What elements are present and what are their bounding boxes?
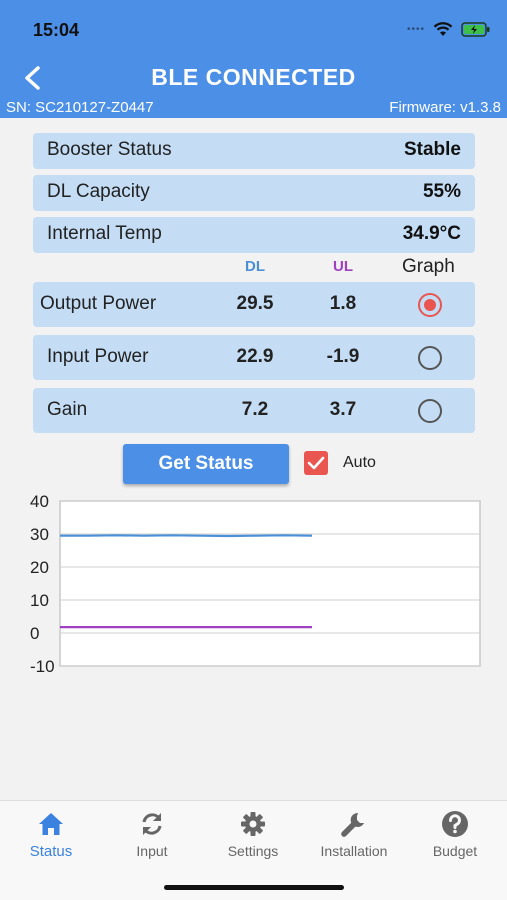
refresh-icon (142, 813, 162, 835)
auto-label: Auto (343, 454, 376, 471)
app-header: 15:04 •••• BLE CONNECTED SN: SC210127-Z0… (0, 0, 507, 118)
input-power-row: Input Power 22.9 -1.9 (33, 335, 475, 380)
wrench-icon (341, 812, 364, 837)
output-power-label: Output Power (40, 293, 157, 314)
dl-capacity-label: DL Capacity (47, 181, 150, 202)
battery-icon (461, 22, 490, 37)
auto-checkbox[interactable] (304, 451, 328, 475)
tab-status-label: Status (29, 843, 73, 860)
gain-row: Gain 7.2 3.7 (33, 388, 475, 433)
clock: 15:04 (33, 20, 80, 40)
chart-y-tick-label: 20 (30, 558, 49, 577)
internal-temp-value: 34.9°C (402, 223, 461, 244)
internal-temp-label: Internal Temp (47, 223, 162, 244)
wifi-icon (433, 22, 453, 36)
signal-dots-icon: •••• (406, 24, 425, 35)
gain-label: Gain (47, 399, 88, 420)
gear-icon (241, 812, 265, 836)
home-indicator (164, 885, 344, 890)
dl-capacity-row: DL Capacity 55% (33, 175, 475, 211)
gain-dl: 7.2 (241, 399, 269, 420)
tab-installation-label: Installation (320, 843, 388, 859)
chart-y-tick-label: 0 (30, 624, 39, 643)
internal-temp-row: Internal Temp 34.9°C (33, 217, 475, 253)
input-power-ul: -1.9 (326, 346, 360, 367)
chart-y-tick-label: -10 (30, 657, 55, 676)
help-circle-icon (442, 811, 468, 837)
tab-budget[interactable]: Budget (405, 809, 505, 859)
booster-status-row: Booster Status Stable (33, 133, 475, 169)
status-bar: 15:04 •••• (0, 0, 507, 60)
check-icon (307, 456, 325, 470)
chart-plot-area (59, 500, 481, 667)
tab-installation[interactable]: Installation (304, 809, 404, 859)
gain-ul: 3.7 (329, 399, 357, 420)
input-power-dl: 22.9 (236, 346, 274, 367)
tab-input-label: Input (136, 843, 168, 859)
tab-settings[interactable]: Settings (203, 809, 303, 859)
home-icon (39, 813, 63, 835)
graph-column-header: Graph (402, 256, 455, 277)
output-power-dl: 29.5 (236, 293, 274, 314)
booster-status-label: Booster Status (47, 139, 172, 160)
chart-y-tick-label: 40 (30, 492, 49, 511)
chart-y-tick-label: 30 (30, 525, 49, 544)
dl-capacity-value: 55% (422, 181, 461, 202)
tab-settings-label: Settings (227, 843, 279, 859)
chart-y-tick-label: 10 (30, 591, 49, 610)
firmware-version: Firmware: v1.3.8 (389, 99, 501, 116)
tab-status[interactable]: Status (1, 809, 101, 860)
get-status-button[interactable]: Get Status (123, 444, 289, 484)
booster-status-value: Stable (403, 139, 461, 160)
dl-column-header: DL (245, 258, 265, 275)
status-icons: •••• (407, 22, 491, 37)
tab-input[interactable]: Input (102, 809, 202, 859)
gain-graph-radio[interactable] (418, 399, 442, 423)
serial-number: SN: SC210127-Z0447 (6, 99, 154, 116)
output-power-row: Output Power 29.5 1.8 (33, 282, 475, 327)
output-power-graph-radio[interactable] (418, 293, 442, 317)
tab-budget-label: Budget (432, 843, 478, 859)
input-power-graph-radio[interactable] (418, 346, 442, 370)
power-chart: 40 30 20 10 0 -10 (30, 492, 481, 676)
chart-series-line-0 (60, 534, 313, 538)
input-power-label: Input Power (47, 346, 149, 367)
ul-column-header: UL (333, 258, 353, 275)
output-power-ul: 1.8 (329, 293, 357, 314)
page-title: BLE CONNECTED (151, 64, 356, 90)
